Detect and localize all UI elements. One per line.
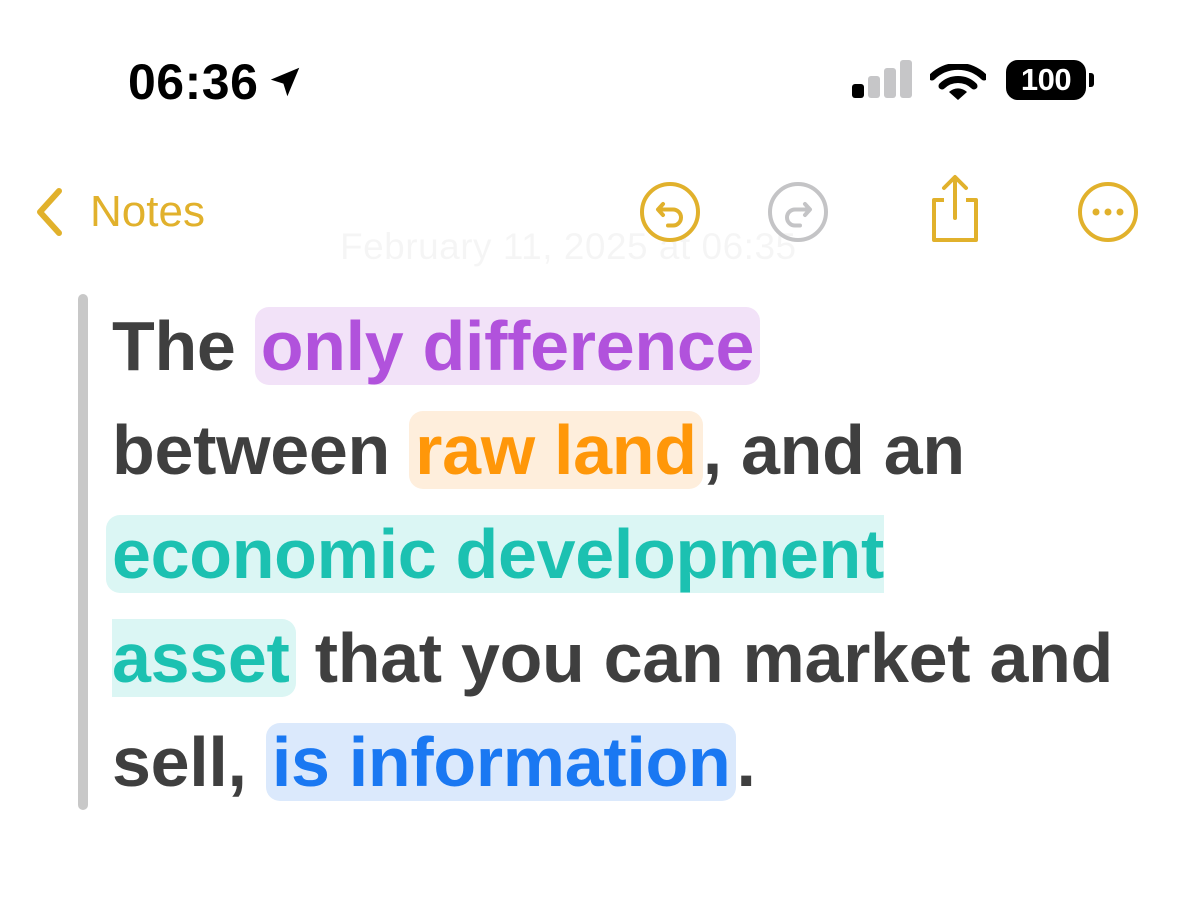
- body-text: between: [112, 411, 410, 489]
- back-button[interactable]: Notes: [34, 180, 205, 244]
- note-date: February 11, 2025 at 06:35: [340, 226, 797, 268]
- body-text: The: [112, 307, 255, 385]
- status-time: 06:36: [128, 52, 304, 112]
- battery-level: 100: [1020, 62, 1072, 97]
- block-quote-bar: [78, 294, 88, 810]
- status-time-label: 06:36: [128, 54, 259, 110]
- highlight-orange: raw land: [409, 411, 703, 489]
- battery-icon: 100: [1006, 60, 1086, 100]
- body-text: .: [736, 723, 756, 801]
- body-text: , and an: [702, 411, 965, 489]
- back-label: Notes: [90, 187, 205, 236]
- cellular-signal-icon: [848, 58, 918, 104]
- battery-tip: [1089, 73, 1094, 87]
- highlight-purple: only difference: [254, 307, 761, 385]
- highlight-blue: is information: [265, 723, 737, 801]
- chevron-left-icon: [37, 188, 62, 236]
- share-icon[interactable]: [922, 172, 988, 246]
- more-icon[interactable]: [1076, 180, 1140, 244]
- redo-icon[interactable]: [766, 180, 830, 244]
- wifi-icon: [930, 64, 986, 100]
- location-arrow-icon: [271, 67, 300, 97]
- note-body[interactable]: The only difference between raw land, an…: [106, 294, 1122, 814]
- undo-icon[interactable]: [638, 180, 702, 244]
